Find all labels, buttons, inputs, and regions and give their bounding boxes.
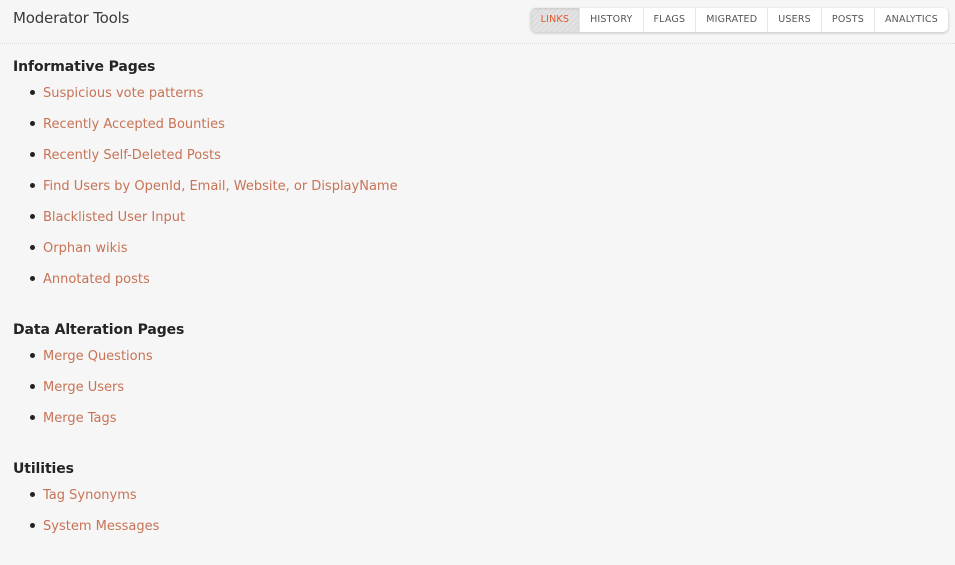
tab-migrated[interactable]: MIGRATED [695,8,767,32]
section-utilities: Utilities Tag Synonyms System Messages [13,461,159,546]
tab-history[interactable]: HISTORY [579,8,642,32]
bullet-icon [30,384,35,389]
list-item: Blacklisted User Input [13,206,398,237]
link-list: Merge Questions Merge Users Merge Tags [13,345,184,438]
tab-analytics[interactable]: ANALYTICS [873,8,948,32]
bullet-icon [30,276,35,281]
tab-posts[interactable]: POSTS [820,8,874,32]
page-header: Moderator Tools LINKS HISTORY FLAGS MIGR… [0,0,955,44]
link-recently-self-deleted-posts[interactable]: Recently Self-Deleted Posts [43,148,221,163]
section-data-alteration-pages: Data Alteration Pages Merge Questions Me… [13,322,184,438]
bullet-icon [30,523,35,528]
link-orphan-wikis[interactable]: Orphan wikis [43,241,128,256]
moderator-tabs: LINKS HISTORY FLAGS MIGRATED USERS POSTS… [530,8,948,32]
section-title: Informative Pages [13,59,156,75]
bullet-icon [30,152,35,157]
section-title: Data Alteration Pages [13,322,185,338]
link-merge-questions[interactable]: Merge Questions [43,349,153,364]
link-recently-accepted-bounties[interactable]: Recently Accepted Bounties [43,117,225,132]
bullet-icon [30,415,35,420]
list-item: Annotated posts [13,268,398,299]
bullet-icon [30,353,35,358]
list-item: Find Users by OpenId, Email, Website, or… [13,175,398,206]
bullet-icon [30,183,35,188]
link-list: Suspicious vote patterns Recently Accept… [13,82,398,299]
link-annotated-posts[interactable]: Annotated posts [43,272,150,287]
section-title: Utilities [13,461,74,477]
list-item: Recently Self-Deleted Posts [13,144,398,175]
list-item: System Messages [13,515,159,546]
bullet-icon [30,90,35,95]
page-title: Moderator Tools [13,9,130,27]
link-system-messages[interactable]: System Messages [43,519,159,534]
link-find-users[interactable]: Find Users by OpenId, Email, Website, or… [43,179,398,194]
bullet-icon [30,121,35,126]
link-tag-synonyms[interactable]: Tag Synonyms [43,488,137,503]
tab-links[interactable]: LINKS [530,8,580,32]
list-item: Merge Questions [13,345,184,376]
list-item: Orphan wikis [13,237,398,268]
link-merge-tags[interactable]: Merge Tags [43,411,117,426]
list-item: Suspicious vote patterns [13,82,398,113]
tab-flags[interactable]: FLAGS [642,8,696,32]
list-item: Merge Users [13,376,184,407]
link-list: Tag Synonyms System Messages [13,484,159,546]
bullet-icon [30,492,35,497]
bullet-icon [30,245,35,250]
tab-users[interactable]: USERS [767,8,821,32]
link-suspicious-vote-patterns[interactable]: Suspicious vote patterns [43,86,203,101]
section-informative-pages: Informative Pages Suspicious vote patter… [13,59,398,299]
link-merge-users[interactable]: Merge Users [43,380,124,395]
bullet-icon [30,214,35,219]
link-blacklisted-user-input[interactable]: Blacklisted User Input [43,210,185,225]
list-item: Merge Tags [13,407,184,438]
list-item: Recently Accepted Bounties [13,113,398,144]
list-item: Tag Synonyms [13,484,159,515]
